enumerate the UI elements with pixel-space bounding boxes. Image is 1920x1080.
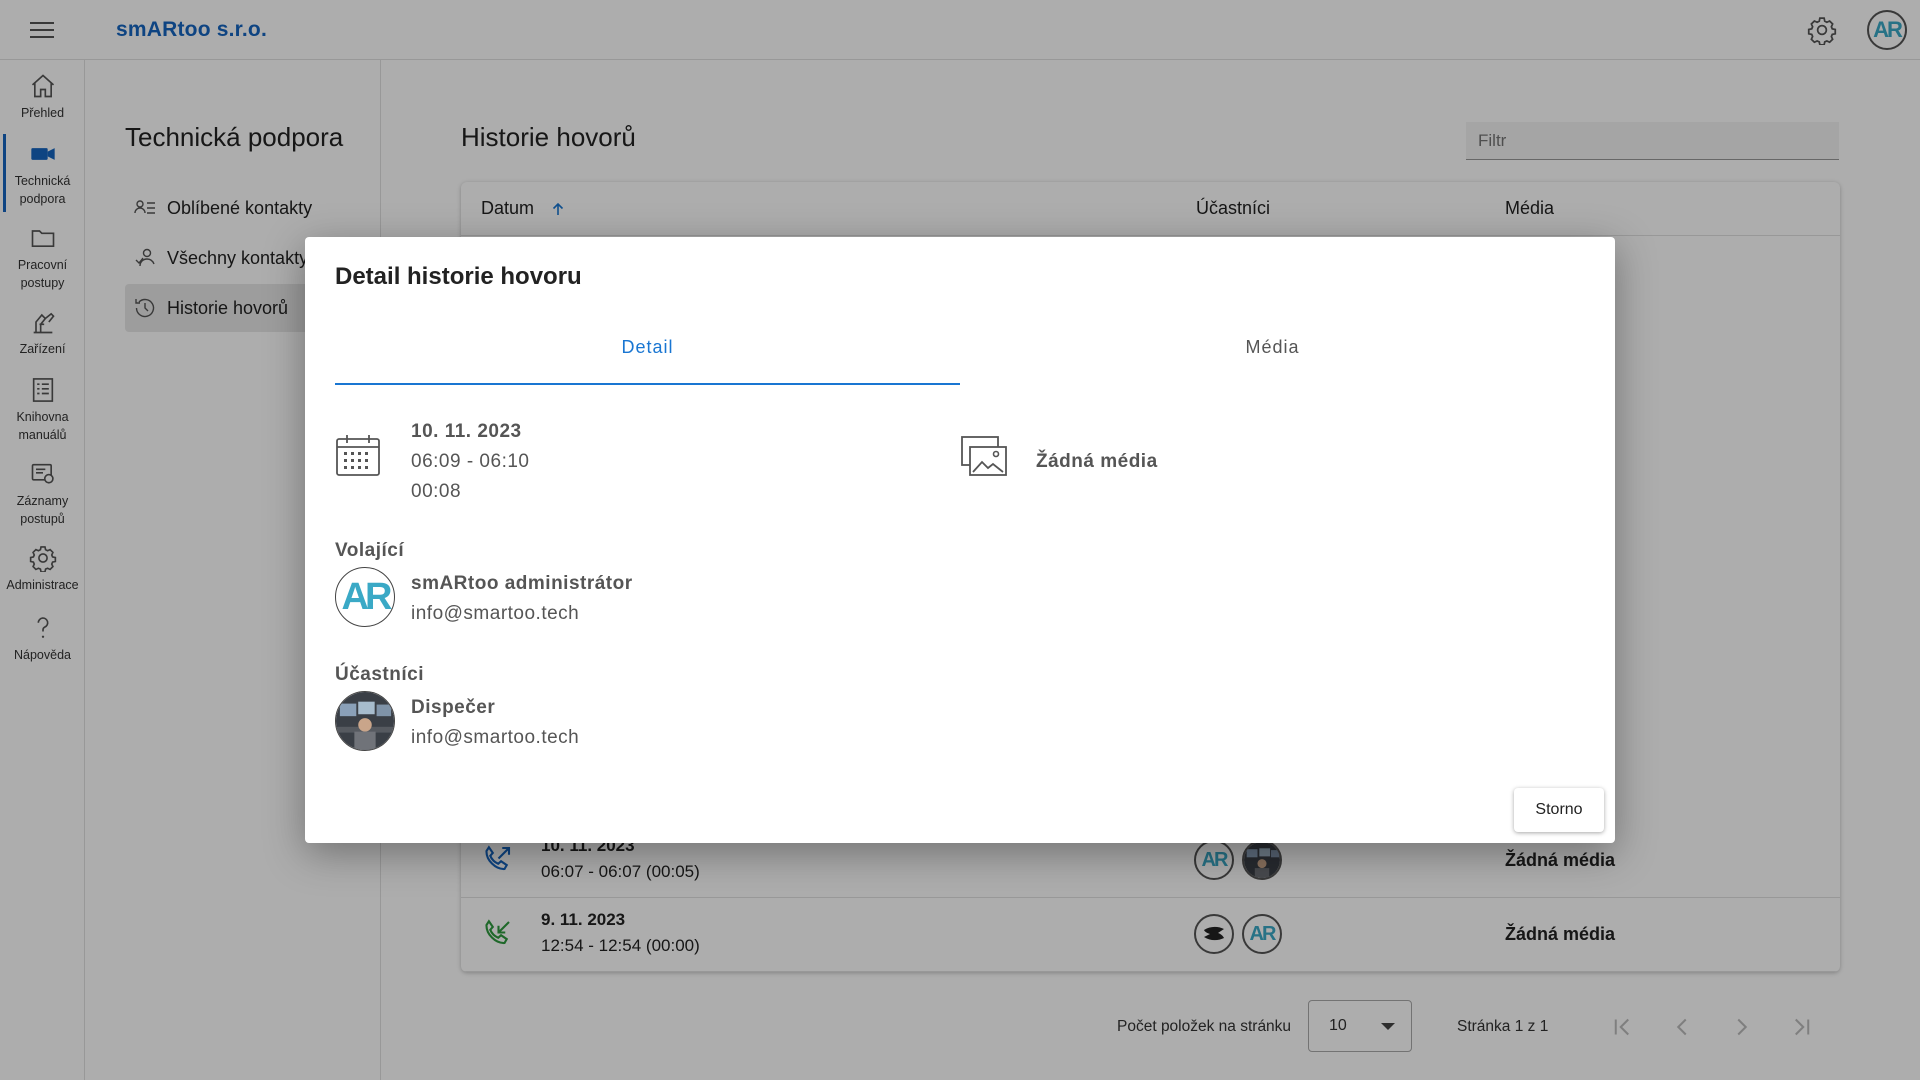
call-duration: 00:08	[411, 481, 462, 502]
caller-label: Volající	[335, 540, 405, 561]
participant-photo-avatar	[335, 691, 395, 751]
calendar-icon	[335, 433, 381, 479]
no-media-text: Žádná média	[1036, 451, 1158, 472]
cancel-button[interactable]: Storno	[1514, 788, 1604, 832]
tab-media[interactable]: Média	[960, 329, 1585, 385]
caller-avatar: AR	[335, 567, 395, 627]
call-date: 10. 11. 2023	[411, 421, 522, 442]
caller-name: smARtoo administrátor	[411, 573, 633, 594]
participant-email: info@smartoo.tech	[411, 727, 580, 748]
dialog-title: Detail historie hovoru	[335, 263, 582, 290]
participants-label: Účastníci	[335, 664, 424, 685]
call-detail-dialog: Detail historie hovoru Detail Média 10. …	[305, 237, 1615, 843]
image-gallery-icon	[960, 435, 1008, 479]
tab-detail[interactable]: Detail	[335, 329, 960, 385]
call-time-range: 06:09 - 06:10	[411, 451, 530, 472]
participant-name: Dispečer	[411, 697, 496, 718]
caller-email: info@smartoo.tech	[411, 603, 580, 624]
